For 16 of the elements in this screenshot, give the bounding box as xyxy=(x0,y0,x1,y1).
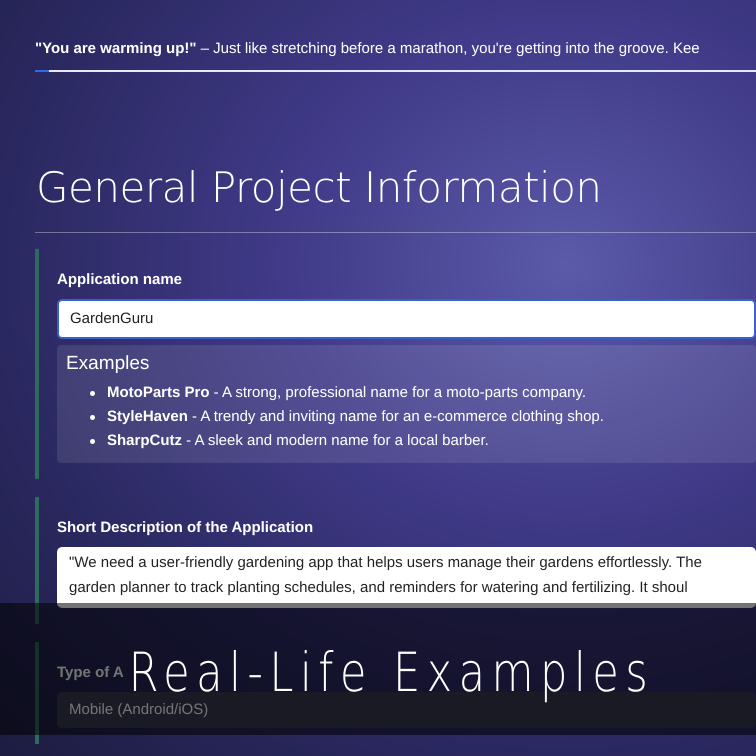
text-line: "We need a user-friendly gardening app that helps users manage their gardens effortlessly. The xyxy=(69,553,702,573)
page-heading: General Project Information xyxy=(36,162,603,214)
field-label: Application name xyxy=(57,271,182,288)
text-line: garden planner to track planting schedules, and reminders for watering and fertilizing. It shoul xyxy=(69,578,688,598)
bullet-icon xyxy=(90,390,95,396)
examples-title: Examples xyxy=(66,353,150,375)
text-area[interactable]: "We need a user-friendly gardening app that helps users manage their gardens effortlessly. The garden planner to track planting schedules, and reminders for watering and fertilizing. It shoul xyxy=(57,547,756,608)
bullet-icon xyxy=(90,414,95,420)
progress-message: "You are warming up!" – Just like stretching before a marathon, you're getting into the groove. Kee xyxy=(35,40,700,59)
bullet-icon xyxy=(90,438,95,444)
example-text: MotoParts Pro - A strong, professional name for a moto-parts company. xyxy=(107,383,586,403)
input-field[interactable]: GardenGuru xyxy=(57,299,756,339)
field-label: Type of A xyxy=(57,664,124,681)
example-text: SharpCutz - A sleek and modern name for a local barber. xyxy=(107,431,489,451)
field-label: Short Description of the Application xyxy=(57,519,314,536)
example-text: StyleHaven - A trendy and inviting name for an e-commerce clothing shop. xyxy=(107,407,604,427)
